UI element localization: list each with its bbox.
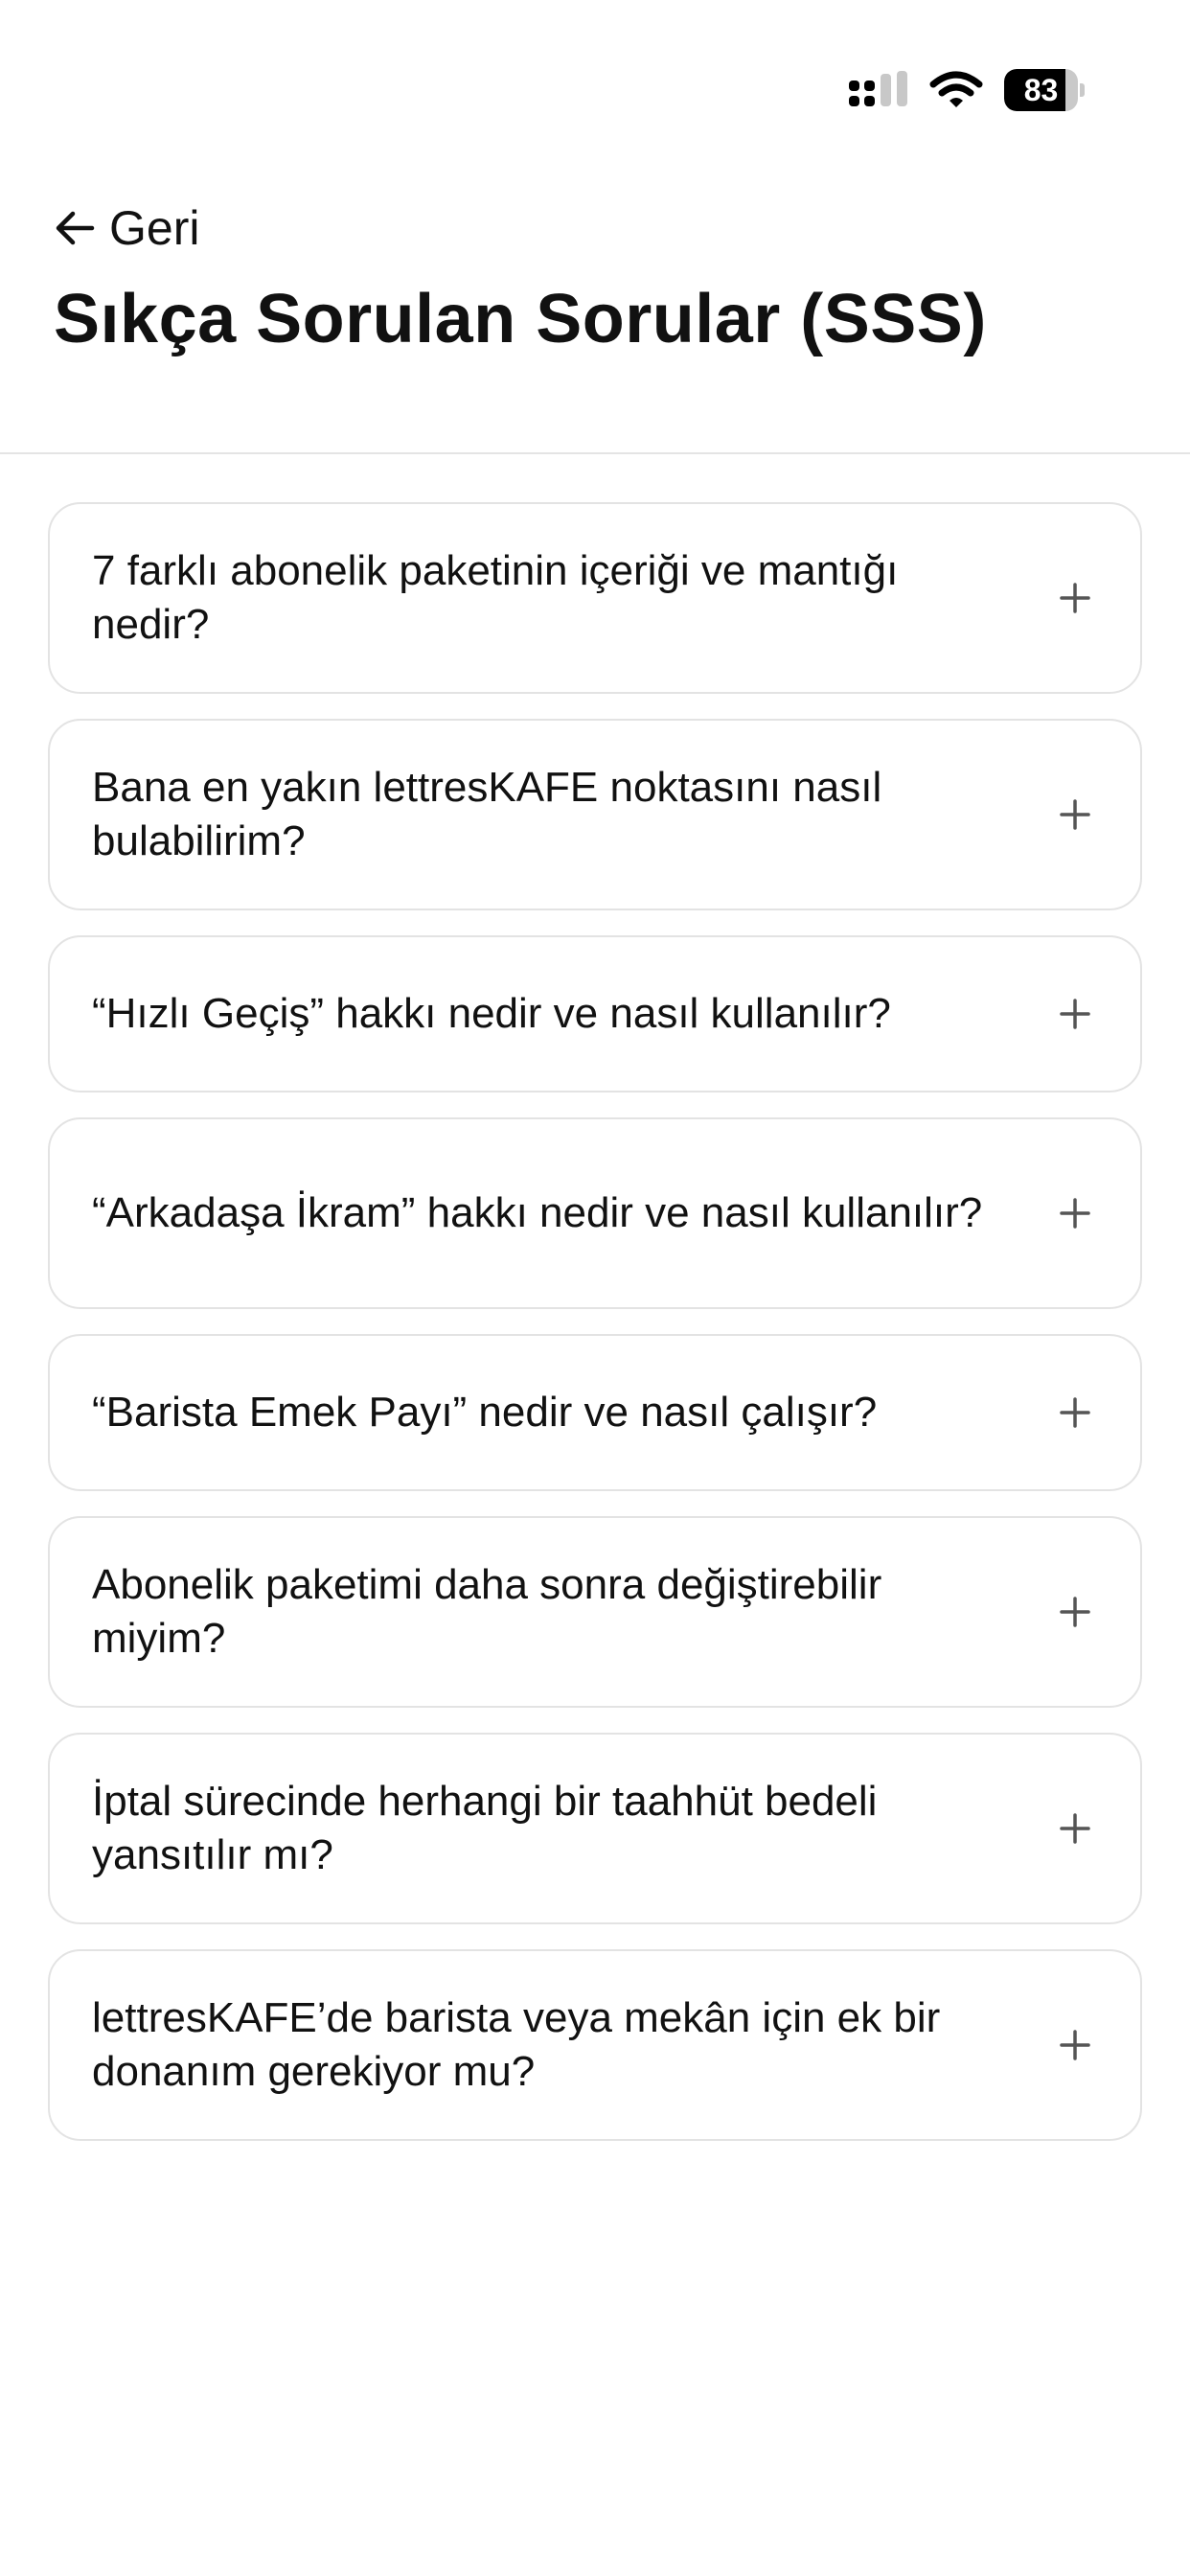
plus-icon[interactable] [1056,1393,1094,1432]
faq-item[interactable]: İptal sürecinde herhangi bir taahhüt bed… [48,1733,1142,1924]
faq-item[interactable]: “Arkadaşa İkram” hakkı nedir ve nasıl ku… [48,1117,1142,1309]
page-header: Geri Sıkça Sorulan Sorular (SSS) [0,197,1190,452]
faq-item[interactable]: “Barista Emek Payı” nedir ve nasıl çalış… [48,1334,1142,1491]
faq-question: “Hızlı Geçiş” hakkı nedir ve nasıl kulla… [92,990,891,1037]
faq-list: 7 farklı abonelik paketinin içeriği ve m… [0,454,1190,2141]
faq-question: “Barista Emek Payı” nedir ve nasıl çalış… [92,1389,878,1436]
arrow-left-icon [54,209,96,247]
faq-question: lettresKAFE’de barista veya mekân için e… [92,1994,941,2095]
plus-icon[interactable] [1056,995,1094,1033]
plus-icon[interactable] [1056,2026,1094,2064]
faq-item[interactable]: Abonelik paketimi daha sonra değiştirebi… [48,1516,1142,1708]
faq-item[interactable]: lettresKAFE’de barista veya mekân için e… [48,1949,1142,2141]
faq-question: 7 farklı abonelik paketinin içeriği ve m… [92,547,899,648]
faq-item[interactable]: Bana en yakın lettresKAFE noktasını nası… [48,719,1142,910]
faq-question: “Arkadaşa İkram” hakkı nedir ve nasıl ku… [92,1189,983,1236]
battery-level: 83 [1023,72,1059,107]
status-icons: 83 [849,69,1085,111]
back-label: Geri [109,201,200,255]
plus-icon[interactable] [1056,795,1094,834]
faq-question: Abonelik paketimi daha sonra değiştirebi… [92,1561,882,1662]
faq-item[interactable]: 7 farklı abonelik paketinin içeriği ve m… [48,502,1142,694]
faq-question: Bana en yakın lettresKAFE noktasını nası… [92,764,882,864]
plus-icon[interactable] [1056,1593,1094,1631]
back-button[interactable]: Geri [54,197,1136,259]
page-title: Sıkça Sorulan Sorular (SSS) [54,281,987,357]
plus-icon[interactable] [1056,1194,1094,1232]
cellular-signal-icon [849,71,908,109]
status-bar: 83 [0,0,1190,163]
wifi-icon [929,71,983,109]
faq-item[interactable]: “Hızlı Geçiş” hakkı nedir ve nasıl kulla… [48,935,1142,1092]
battery-icon: 83 [1004,69,1085,111]
plus-icon[interactable] [1056,579,1094,617]
faq-question: İptal sürecinde herhangi bir taahhüt bed… [92,1778,878,1878]
plus-icon[interactable] [1056,1809,1094,1848]
